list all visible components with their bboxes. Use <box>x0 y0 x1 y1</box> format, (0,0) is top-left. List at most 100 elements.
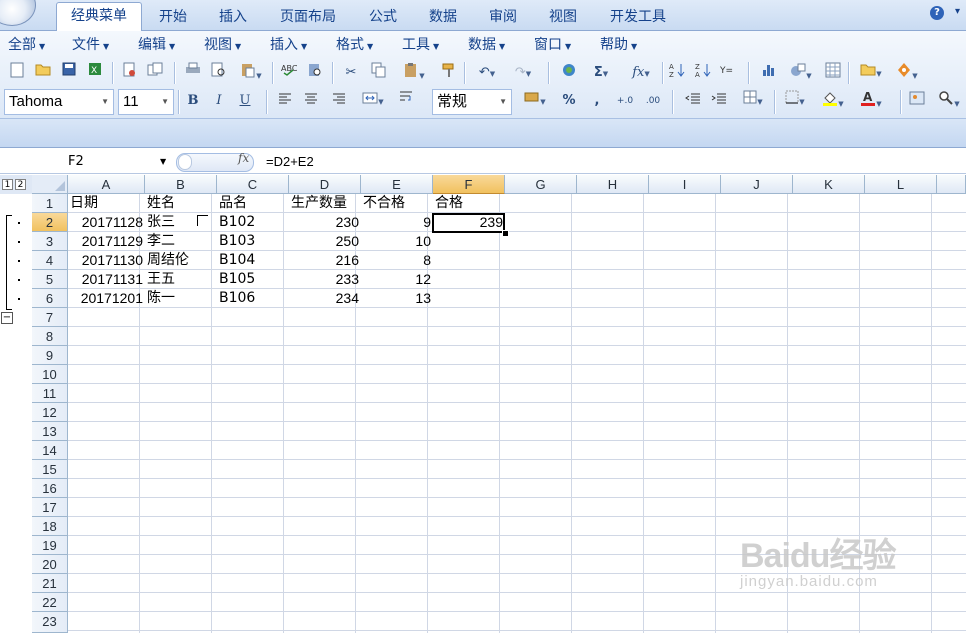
increase-indent-icon[interactable] <box>708 90 730 112</box>
cell-a1[interactable]: 日期 <box>68 194 145 213</box>
paste-special-icon[interactable]: ▼ <box>234 62 268 84</box>
underline-button[interactable]: U <box>234 90 256 112</box>
cell-d6[interactable]: 234 <box>289 289 361 308</box>
column-header-i[interactable]: I <box>649 175 721 194</box>
column-header-e[interactable]: E <box>361 175 433 194</box>
tab-classic-menu[interactable]: 经典菜单 <box>56 2 142 32</box>
cell-c4[interactable]: B104 <box>217 251 289 270</box>
help-icon[interactable]: ? <box>930 6 944 20</box>
row-header[interactable]: 21 <box>32 574 68 593</box>
outline-level-2-button[interactable]: 2 <box>15 179 26 190</box>
tab-developer[interactable]: 开发工具 <box>600 4 676 30</box>
formula-input[interactable]: =D2+E2 <box>266 151 314 172</box>
menu-all[interactable]: 全部 ▼ <box>8 35 45 55</box>
permission-icon[interactable] <box>118 62 140 84</box>
cell-a5[interactable]: 20171131 <box>68 270 145 289</box>
row-header[interactable]: 8 <box>32 327 68 346</box>
font-size-select[interactable]: 11 ▼ <box>118 89 174 115</box>
cell-c1[interactable]: 品名 <box>217 194 289 213</box>
expand-handle[interactable] <box>178 154 192 170</box>
row-header[interactable]: 3 <box>32 232 68 251</box>
tab-formulas[interactable]: 公式 <box>360 4 406 30</box>
italic-button[interactable]: I <box>208 90 230 112</box>
row-header[interactable]: 17 <box>32 498 68 517</box>
minimize-ribbon-icon[interactable]: ▾ <box>955 6 960 17</box>
row-header[interactable]: 22 <box>32 593 68 612</box>
share-icon[interactable] <box>144 62 166 84</box>
menu-insert[interactable]: 插入 ▼ <box>270 35 307 55</box>
row-header[interactable]: 19 <box>32 536 68 555</box>
chevron-down-icon[interactable]: ▼ <box>160 151 166 172</box>
cell-d5[interactable]: 233 <box>289 270 361 289</box>
wrap-text-icon[interactable] <box>396 90 418 112</box>
row-header[interactable]: 2 <box>32 213 68 232</box>
insert-function-button[interactable]: fx <box>238 151 249 165</box>
save-icon[interactable] <box>58 62 80 84</box>
align-center-icon[interactable] <box>300 90 322 112</box>
column-header-k[interactable]: K <box>793 175 865 194</box>
tab-insert[interactable]: 插入 <box>210 4 256 30</box>
row-header[interactable]: 7 <box>32 308 68 327</box>
cell-b3[interactable]: 李二 <box>145 232 217 251</box>
cell-e2[interactable]: 9 <box>361 213 433 232</box>
cell-c6[interactable]: B106 <box>217 289 289 308</box>
cell-a4[interactable]: 20171130 <box>68 251 145 270</box>
merge-center-icon[interactable]: ▼ <box>356 90 390 112</box>
cell-c3[interactable]: B103 <box>217 232 289 251</box>
chart-icon[interactable] <box>758 62 780 84</box>
cell-d4[interactable]: 216 <box>289 251 361 270</box>
undo-icon[interactable]: ↶▼ <box>470 62 504 84</box>
menu-window[interactable]: 窗口 ▼ <box>534 35 571 55</box>
bold-button[interactable]: B <box>182 90 204 112</box>
excel-icon[interactable]: X <box>84 62 106 84</box>
increase-decimal-icon[interactable]: +.0 <box>614 90 636 112</box>
open-folder-icon[interactable] <box>32 62 54 84</box>
tab-view[interactable]: 视图 <box>540 4 586 30</box>
column-header-f[interactable]: F <box>433 175 505 194</box>
decrease-indent-icon[interactable] <box>682 90 704 112</box>
menu-view[interactable]: 视图 ▼ <box>204 35 241 55</box>
row-header[interactable]: 9 <box>32 346 68 365</box>
format-painter-icon[interactable] <box>438 62 460 84</box>
name-box[interactable]: F2 ▼ <box>0 151 172 172</box>
cut-icon[interactable]: ✂ <box>340 62 362 84</box>
column-header-m[interactable] <box>937 175 966 194</box>
cell-a6[interactable]: 20171201 <box>68 289 145 308</box>
cell-a2[interactable]: 20171128 <box>68 213 145 232</box>
row-header[interactable]: 13 <box>32 422 68 441</box>
row-header[interactable]: 10 <box>32 365 68 384</box>
gridlines-icon[interactable] <box>822 62 844 84</box>
menu-tools[interactable]: 工具 ▼ <box>402 35 439 55</box>
row-header[interactable]: 5 <box>32 270 68 289</box>
tab-page-layout[interactable]: 页面布局 <box>272 4 344 30</box>
column-header-g[interactable]: G <box>505 175 577 194</box>
cell-b6[interactable]: 陈一 <box>145 289 217 308</box>
percent-button[interactable]: % <box>558 90 580 112</box>
row-header[interactable]: 12 <box>32 403 68 422</box>
hyperlink-icon[interactable] <box>558 62 580 84</box>
cell-e4[interactable]: 8 <box>361 251 433 270</box>
paste-icon[interactable]: ▼ <box>396 62 432 84</box>
cell-f1[interactable]: 合格 <box>433 194 505 213</box>
cell-d3[interactable]: 250 <box>289 232 361 251</box>
borders-icon[interactable]: ▼ <box>778 90 812 112</box>
cell-c2[interactable]: B102 <box>217 213 289 232</box>
column-header-b[interactable]: B <box>145 175 217 194</box>
row-header[interactable]: 14 <box>32 441 68 460</box>
row-header[interactable]: 6 <box>32 289 68 308</box>
collapse-group-button[interactable]: − <box>1 312 13 324</box>
cell-d1[interactable]: 生产数量 <box>289 194 361 213</box>
cell-b1[interactable]: 姓名 <box>145 194 217 213</box>
align-right-icon[interactable] <box>328 90 350 112</box>
cell-e6[interactable]: 13 <box>361 289 433 308</box>
column-header-j[interactable]: J <box>721 175 793 194</box>
currency-icon[interactable]: ▼ <box>518 90 552 112</box>
autosum-icon[interactable]: Σ▼ <box>584 62 618 84</box>
sort-ascending-icon[interactable]: AZ <box>666 62 688 84</box>
redo-icon[interactable]: ↷▼ <box>506 62 540 84</box>
cell-c5[interactable]: B105 <box>217 270 289 289</box>
shapes-icon[interactable]: ▼ <box>784 62 818 84</box>
column-header-h[interactable]: H <box>577 175 649 194</box>
insert-function-icon[interactable]: fx▼ <box>624 62 658 84</box>
row-header[interactable]: 23 <box>32 612 68 633</box>
